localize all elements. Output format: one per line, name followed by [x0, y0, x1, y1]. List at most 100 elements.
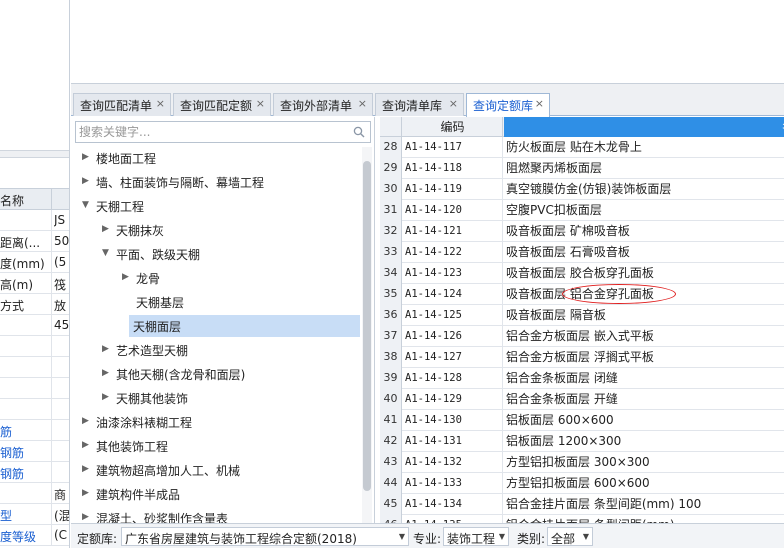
tree-item-label: 天棚抹灰 — [116, 224, 165, 238]
table-row[interactable]: 39 A1-14-128 铝合金条板面层 闭缝 — [380, 368, 784, 389]
tree-item[interactable]: ▶ 龙骨 — [72, 267, 362, 289]
tab-3[interactable]: 查询外部清单 × — [273, 93, 373, 116]
chevron-right-icon[interactable]: ▶ — [102, 224, 112, 234]
table-row[interactable]: 32 A1-14-121 吸音板面层 矿棉吸音板 — [380, 221, 784, 242]
tree-item[interactable]: ▶ 建筑构件半成品 — [72, 483, 362, 505]
table-row[interactable]: 28 A1-14-117 防火板面层 贴在木龙骨上 — [380, 137, 784, 158]
row-number: 41 — [380, 410, 402, 431]
property-row[interactable]: 45 — [0, 315, 69, 336]
table-row[interactable]: 40 A1-14-129 铝合金条板面层 开缝 — [380, 389, 784, 410]
tree-scrollbar[interactable] — [362, 147, 372, 523]
property-row[interactable]: JS — [0, 210, 69, 231]
quota-name: 铝合金条板面层 开缝 — [506, 392, 618, 406]
close-icon[interactable]: × — [449, 97, 458, 110]
chevron-down-icon: ▼ — [398, 532, 405, 541]
tree-item[interactable]: ▶ 楼地面工程 — [72, 147, 362, 169]
column-divider — [51, 273, 52, 294]
property-row[interactable]: 度(mm) (5 — [0, 252, 69, 273]
chevron-right-icon[interactable]: ▶ — [82, 512, 92, 522]
table-row[interactable]: 34 A1-14-123 吸音板面层 胶合板穿孔面板 — [380, 263, 784, 284]
close-icon[interactable]: × — [358, 97, 367, 110]
specialty-select[interactable]: 装饰工程 ▼ — [443, 527, 509, 546]
property-row[interactable] — [0, 378, 69, 399]
tree-item-label: 天棚其他装饰 — [116, 392, 189, 406]
close-icon[interactable]: × — [535, 97, 544, 110]
tree-scrollbar-thumb[interactable] — [363, 161, 371, 491]
chevron-right-icon[interactable]: ▶ — [82, 152, 92, 162]
tree-item[interactable]: ▼ 平面、跌级天棚 — [72, 243, 362, 265]
chevron-right-icon[interactable]: ▶ — [102, 344, 112, 354]
property-row[interactable]: 钢筋 — [0, 441, 69, 462]
table-row[interactable]: 41 A1-14-130 铝板面层 600×600 — [380, 410, 784, 431]
tab-label: 查询定额库 — [473, 99, 534, 113]
chevron-right-icon[interactable]: ▶ — [122, 272, 132, 282]
tree-item[interactable]: ▶ 建筑物超高增加人工、机械 — [72, 459, 362, 481]
tree-item[interactable]: ▶ 艺术造型天棚 — [72, 339, 362, 361]
table-row[interactable]: 38 A1-14-127 铝合金方板面层 浮搁式平板 — [380, 347, 784, 368]
property-value: 放 — [54, 299, 67, 313]
table-row[interactable]: 30 A1-14-119 真空镀膜仿金(仿银)装饰板面层 — [380, 179, 784, 200]
tree-item[interactable]: ▶ 天棚抹灰 — [72, 219, 362, 241]
chevron-right-icon[interactable]: ▶ — [82, 440, 92, 450]
chevron-down-icon[interactable]: ▼ — [102, 248, 112, 258]
tab-5[interactable]: 查询定额库 × — [466, 93, 550, 117]
table-row[interactable]: 45 A1-14-134 铝合金挂片面层 条型间距(mm) 100 — [380, 494, 784, 515]
table-row[interactable]: 43 A1-14-132 方型铝扣板面层 300×300 — [380, 452, 784, 473]
tree-item-label: 墙、柱面装饰与隔断、幕墙工程 — [96, 176, 265, 190]
tree-item[interactable]: ▶ 其他天棚(含龙骨和面层) — [72, 363, 362, 385]
chevron-right-icon[interactable]: ▶ — [102, 368, 112, 378]
chevron-right-icon[interactable]: ▶ — [102, 392, 112, 402]
table-row[interactable]: 42 A1-14-131 铝板面层 1200×300 — [380, 431, 784, 452]
tree-item[interactable]: ▶ 混凝土、砂浆制作含量表 — [72, 507, 362, 523]
table-row[interactable]: 44 A1-14-133 方型铝扣板面层 600×600 — [380, 473, 784, 494]
panel-splitter[interactable] — [0, 150, 69, 158]
property-row[interactable]: 商 — [0, 483, 69, 504]
category-select[interactable]: 全部 ▼ — [547, 527, 593, 546]
property-row[interactable]: 钢筋 — [0, 462, 69, 483]
chevron-right-icon[interactable]: ▶ — [82, 488, 92, 498]
code-column-header[interactable]: 编码 — [403, 117, 503, 137]
tree-item[interactable]: 天棚基层 — [72, 291, 362, 313]
property-row[interactable]: 型 (混 — [0, 504, 69, 525]
table-row[interactable]: 36 A1-14-125 吸音板面层 隔音板 — [380, 305, 784, 326]
library-select-value: 广东省房屋建筑与装饰工程综合定额(2018) — [125, 532, 357, 546]
tab-4[interactable]: 查询清单库 × — [375, 93, 464, 116]
tree-item[interactable]: ▼ 天棚工程 — [72, 195, 362, 217]
property-row[interactable] — [0, 357, 69, 378]
tab-label: 查询外部清单 — [280, 99, 353, 113]
search-input[interactable] — [79, 124, 349, 140]
table-row[interactable]: 37 A1-14-126 铝合金方板面层 嵌入式平板 — [380, 326, 784, 347]
chevron-right-icon[interactable]: ▶ — [82, 416, 92, 426]
table-row[interactable]: 33 A1-14-122 吸音板面层 石膏吸音板 — [380, 242, 784, 263]
property-row[interactable]: 高(m) 筏 — [0, 273, 69, 294]
row-number: 34 — [380, 263, 402, 284]
quota-tree-panel: ▶ 楼地面工程 ▶ 墙、柱面装饰与隔断、幕墙工程 ▼ 天棚工程 ▶ 天棚抹灰 ▼ 平面、跌级天棚 ▶… — [72, 117, 375, 523]
tree-item[interactable]: ▶ 油漆涂料裱糊工程 — [72, 411, 362, 433]
tree-item[interactable]: 天棚面层 — [129, 315, 360, 337]
property-row[interactable] — [0, 336, 69, 357]
property-row[interactable]: 方式 放 — [0, 294, 69, 315]
tree-item[interactable]: ▶ 墙、柱面装饰与隔断、幕墙工程 — [72, 171, 362, 193]
tree-item[interactable]: ▶ 天棚其他装饰 — [72, 387, 362, 409]
chevron-down-icon[interactable]: ▼ — [82, 200, 92, 210]
quota-code: A1-14-123 — [403, 263, 503, 284]
property-row[interactable]: 度等级 (C — [0, 525, 69, 546]
panel-splitter-top[interactable] — [71, 84, 784, 92]
chevron-right-icon[interactable]: ▶ — [82, 176, 92, 186]
table-row[interactable]: 29 A1-14-118 阻燃聚丙烯板面层 — [380, 158, 784, 179]
chevron-right-icon[interactable]: ▶ — [82, 464, 92, 474]
table-row[interactable]: 31 A1-14-120 空腹PVC扣板面层 — [380, 200, 784, 221]
name-column-header[interactable]: 名 — [504, 117, 784, 137]
property-value: 商 — [54, 488, 67, 502]
close-icon[interactable]: × — [156, 97, 165, 110]
tab-1[interactable]: 查询匹配清单 × — [73, 93, 171, 116]
tab-2[interactable]: 查询匹配定额 × — [173, 93, 271, 116]
property-row[interactable] — [0, 399, 69, 420]
library-select[interactable]: 广东省房屋建筑与装饰工程综合定额(2018) ▼ — [121, 527, 409, 546]
close-icon[interactable]: × — [256, 97, 265, 110]
tree-item[interactable]: ▶ 其他装饰工程 — [72, 435, 362, 457]
property-row[interactable]: 筋 — [0, 420, 69, 441]
property-row[interactable]: 距离(... 50 — [0, 231, 69, 252]
search-icon[interactable] — [353, 126, 365, 138]
table-row[interactable]: 46A1-14-135铝合金挂片面层 条型间距(mm) — [380, 515, 784, 523]
